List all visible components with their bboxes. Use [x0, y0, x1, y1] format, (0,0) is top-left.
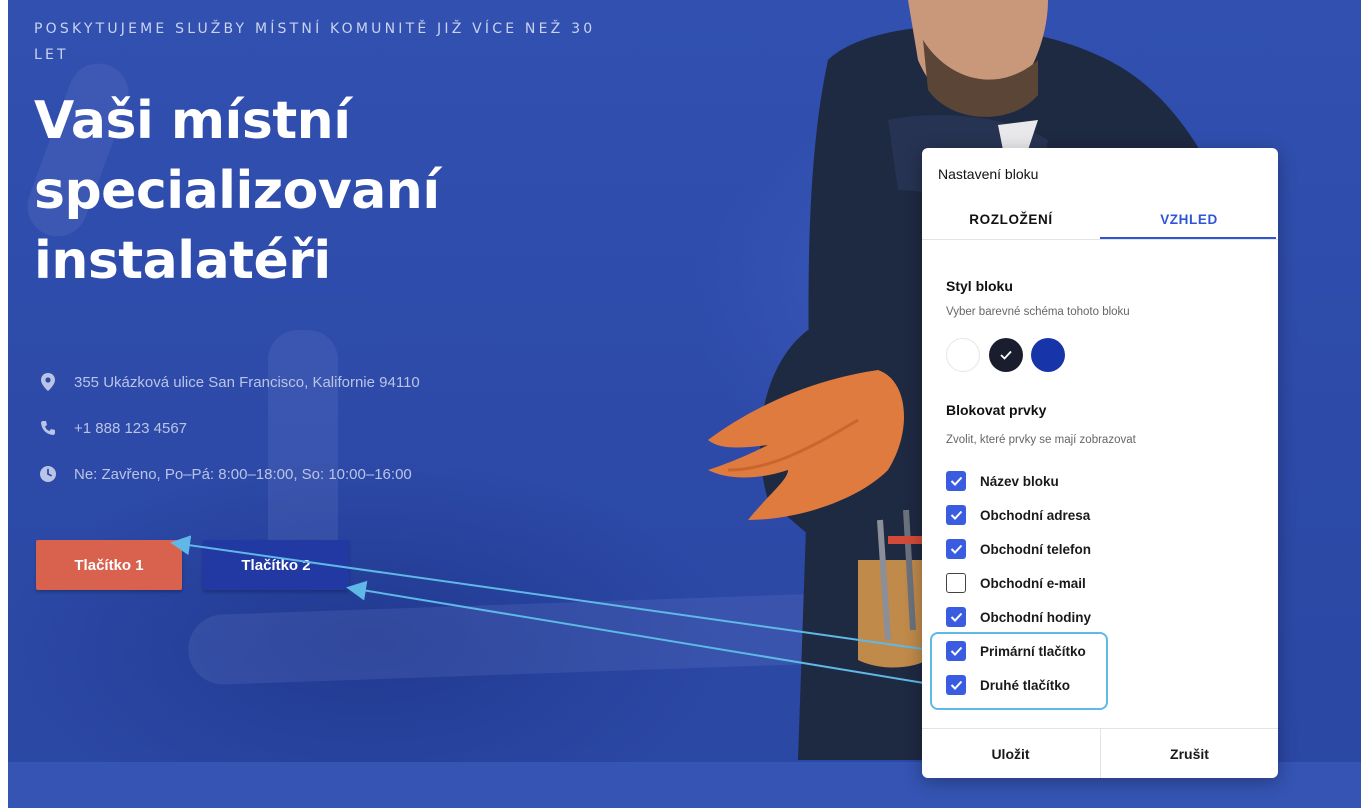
location-pin-icon: [38, 372, 58, 392]
info-phone: +1 888 123 4567: [38, 418, 187, 438]
checkbox-label: Obchodní telefon: [980, 541, 1091, 557]
style-section-title: Styl bloku: [946, 278, 1013, 294]
info-address: 355 Ukázková ulice San Francisco, Kalifo…: [38, 372, 420, 392]
check-icon: [950, 544, 962, 554]
checkbox-checked[interactable]: [946, 471, 966, 491]
secondary-button[interactable]: Tlačítko 2: [203, 540, 349, 590]
hero-eyebrow: POSKYTUJEME SLUŽBY MÍSTNÍ KOMUNITĚ JIŽ V…: [34, 21, 596, 63]
checkbox-checked[interactable]: [946, 505, 966, 525]
save-button[interactable]: Uložit: [922, 729, 1099, 778]
checkbox-checked[interactable]: [946, 539, 966, 559]
checkbox-label: Název bloku: [980, 473, 1059, 489]
info-hours: Ne: Zavřeno, Po–Pá: 8:00–18:00, So: 10:0…: [38, 464, 412, 484]
panel-title: Nastavení bloku: [938, 166, 1039, 182]
check-icon: [1000, 350, 1012, 360]
cancel-button[interactable]: Zrušit: [1101, 729, 1278, 778]
swatch-blue[interactable]: [1031, 338, 1065, 372]
info-address-text: 355 Ukázková ulice San Francisco, Kalifo…: [74, 373, 420, 391]
elements-section-title: Blokovat prvky: [946, 402, 1047, 418]
checkbox-row-business-phone[interactable]: Obchodní telefon: [946, 538, 1091, 560]
swatch-dark[interactable]: [989, 338, 1023, 372]
style-section-subtitle: Vyber barevné schéma tohoto bloku: [946, 306, 1130, 318]
checkbox-row-business-address[interactable]: Obchodní adresa: [946, 504, 1090, 526]
phone-icon: [38, 418, 58, 438]
checkbox-row-block-title[interactable]: Název bloku: [946, 470, 1059, 492]
checkbox-label: Obchodní adresa: [980, 507, 1091, 523]
elements-section-subtitle: Zvolit, které prvky se mají zobrazovat: [946, 434, 1136, 446]
hero-headline: Vaši místní specializovaní instalatéři: [34, 91, 440, 291]
tab-layout[interactable]: ROZLOŽENÍ: [922, 200, 1100, 238]
check-icon: [950, 612, 962, 622]
check-icon: [950, 476, 962, 486]
checkbox-label: Obchodní e-mail: [980, 575, 1086, 591]
block-settings-panel: Nastavení bloku ROZLOŽENÍ VZHLED Styl bl…: [922, 148, 1278, 778]
checkbox-row-business-email[interactable]: Obchodní e-mail: [946, 572, 1086, 594]
check-icon: [950, 510, 962, 520]
clock-icon: [38, 464, 58, 484]
primary-button[interactable]: Tlačítko 1: [36, 540, 182, 590]
tab-appearance[interactable]: VZHLED: [1100, 200, 1278, 238]
checkbox-label: Obchodní hodiny: [980, 609, 1091, 625]
info-phone-text: +1 888 123 4567: [74, 419, 188, 437]
annotation-highlight-box: [930, 632, 1108, 710]
tab-divider: [922, 239, 1278, 240]
info-hours-text: Ne: Zavřeno, Po–Pá: 8:00–18:00, So: 10:0…: [74, 465, 412, 483]
swatch-white[interactable]: [946, 338, 980, 372]
checkbox-checked[interactable]: [946, 607, 966, 627]
checkbox-row-business-hours[interactable]: Obchodní hodiny: [946, 606, 1091, 628]
checkbox-unchecked[interactable]: [946, 573, 966, 593]
